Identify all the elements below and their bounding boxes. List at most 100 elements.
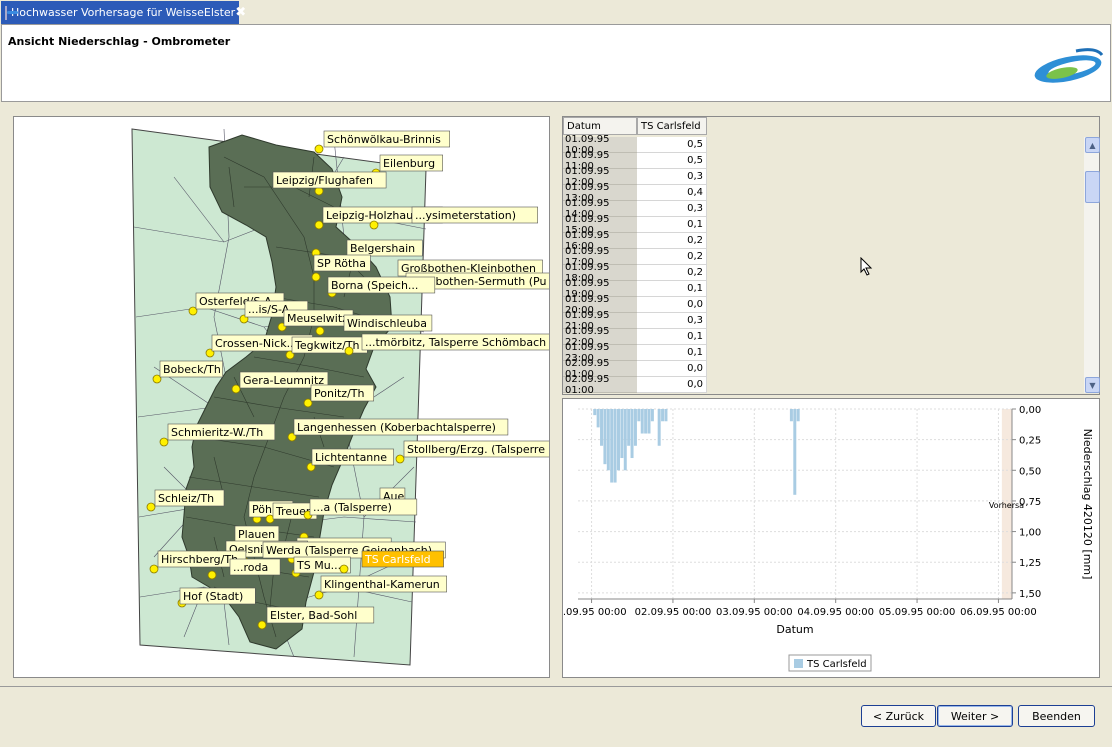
cell-value[interactable]: 0,1 [637,329,707,345]
x-tick-label: 1.09.95 00:00 [563,607,627,618]
x-tick-label: 04.09.95 00:00 [797,607,874,618]
logo-icon [1034,48,1104,83]
close-icon[interactable]: ✖ [235,5,246,20]
station-label[interactable]: TS Mu... [296,559,341,572]
y-tick-label: 0,25 [1019,436,1041,447]
back-button[interactable]: < Zurück [861,705,936,727]
station-dot[interactable] [207,570,217,580]
cell-value[interactable]: 0,1 [637,281,707,297]
map-panel[interactable]: Schönwölkau-Brinnis Eilenburg Leipzig/Flug… [13,116,575,678]
precip-bar [606,409,610,471]
scroll-down-icon[interactable]: ▼ [1085,377,1100,393]
cell-value[interactable]: 0,2 [637,265,707,281]
next-button[interactable]: Weiter > [937,705,1013,727]
station-label[interactable]: Bobeck/Th [163,363,221,376]
precip-bar [789,409,793,422]
station-label[interactable]: Leipzig-Holzhau... [326,209,424,222]
cell-value[interactable]: 0,1 [637,217,707,233]
forecast-label: Vorhersa [989,501,1024,510]
station-label[interactable]: ...a (Talsperre) [313,501,392,514]
station-dot[interactable] [344,346,354,356]
station-label[interactable]: TS Carlsfeld [364,553,431,566]
cell-value[interactable]: 0,0 [637,361,707,377]
finish-button[interactable]: Beenden [1018,705,1095,727]
station-label[interactable]: ...is/S-A [248,303,290,316]
station-dot[interactable] [146,502,156,512]
station-dot[interactable] [257,620,267,630]
data-table-panel[interactable]: Datum TS Carlsfeld 01.09.95 10:00 0,5 01.0… [562,116,1100,396]
mouse-cursor-icon [860,257,873,276]
column-header-station[interactable]: TS Carlsfeld [637,117,707,135]
precip-bar [644,409,648,434]
y-axis-label: Niederschlag 420120 [mm] [1081,429,1094,580]
station-dot[interactable] [315,326,325,336]
precip-bar [603,409,607,465]
cell-value[interactable]: 0,0 [637,297,707,313]
station-label[interactable]: Hirschberg/Th [161,553,238,566]
cell-date[interactable]: 02.09.95 01:00 [563,374,637,396]
page-header: Ansicht Niederschlag - Ombrometer [1,24,1111,102]
precip-bar [630,409,634,459]
y-tick-label: 0,50 [1019,466,1041,477]
station-dot[interactable] [369,220,379,230]
station-dot[interactable] [159,437,169,447]
precip-bar [793,409,797,495]
station-dot[interactable] [395,454,405,464]
station-label[interactable]: Langenhessen (Koberbachtalsperre) [297,421,496,434]
cell-value[interactable]: 0,2 [637,233,707,249]
station-label[interactable]: Schönwölkau-Brinnis [327,133,441,146]
station-label[interactable]: ...ysimeterstation) [415,209,516,222]
station-label[interactable]: Eilenburg [383,157,435,170]
station-label[interactable]: Crossen-Nick... [215,337,297,350]
scroll-thumb[interactable] [1085,171,1100,203]
station-label[interactable]: Stollberg/Erzg. (Talsperre [407,443,545,456]
station-dot[interactable] [311,272,321,282]
precip-bar [610,409,614,483]
precip-bar [600,409,604,446]
column-header-datum[interactable]: Datum [563,117,637,135]
tab-forecast[interactable]: Hochwasser Vorhersage für WeisseElster ✖ [1,1,246,24]
station-label[interactable]: Elster, Bad-Sohl [270,609,357,622]
station-dot[interactable] [314,220,324,230]
legend-swatch [794,659,803,668]
station-dot[interactable] [339,564,349,574]
station-marker[interactable]: Hof (Stadt) [177,587,256,608]
cell-value[interactable]: 0,1 [637,345,707,361]
station-label[interactable]: SP Rötha [317,257,366,270]
station-label[interactable]: Schmieritz-W./Th [171,426,263,439]
station-label[interactable]: Belgershain [350,242,415,255]
cell-value[interactable]: 0,5 [637,153,707,169]
station-marker[interactable]: Stollberg/Erzg. (Talsperre [395,440,575,464]
table-scrollbar[interactable]: ▲ ▼ [1084,137,1100,393]
precip-bar [593,409,597,416]
precip-bar [596,409,600,428]
station-label[interactable]: ...roda [233,561,268,574]
station-label[interactable]: Borna (Speich... [331,279,418,292]
station-label[interactable]: Lichtentanne [315,451,387,464]
station-label[interactable]: Windischleuba [347,317,427,330]
x-axis-label: Datum [776,623,813,636]
station-label[interactable]: ...tmörbitz, Talsperre Schömbach [365,336,546,349]
station-map[interactable]: Schönwölkau-Brinnis Eilenburg Leipzig/Flug… [14,117,575,677]
chart-legend: TS Carlsfeld [788,654,872,672]
station-label[interactable]: Klingenthal-Kamerun [324,578,440,591]
station-dot[interactable] [231,384,241,394]
station-label[interactable]: Schleiz/Th [158,492,214,505]
cell-value[interactable]: 0,4 [637,185,707,201]
cell-value[interactable]: 0,0 [637,377,707,393]
scroll-up-icon[interactable]: ▲ [1085,137,1100,153]
station-label[interactable]: Meuselwitz [287,312,348,325]
station-label[interactable]: Leipzig/Flughafen [276,174,373,187]
station-label[interactable]: Hof (Stadt) [183,590,243,603]
cell-value[interactable]: 0,2 [637,249,707,265]
station-dot[interactable] [149,564,159,574]
table-row[interactable]: 02.09.95 01:00 0,0 [563,374,709,396]
cell-value[interactable]: 0,3 [637,201,707,217]
cell-value[interactable]: 0,3 [637,313,707,329]
station-dot[interactable] [314,144,324,154]
legend-label: TS Carlsfeld [806,659,867,670]
station-label[interactable]: Ponitz/Th [314,387,365,400]
cell-value[interactable]: 0,3 [637,169,707,185]
station-label[interactable]: Plauen [238,528,275,541]
cell-value[interactable]: 0,5 [637,137,707,153]
